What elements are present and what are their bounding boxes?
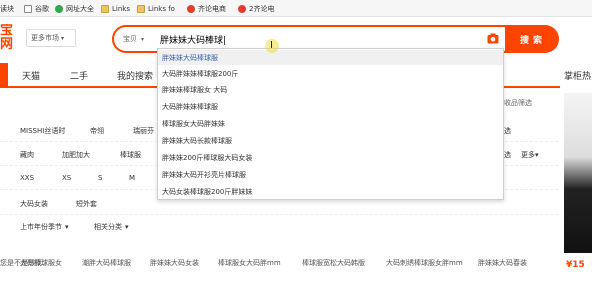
chevron-down-icon: ▾ (61, 34, 65, 42)
related-search-link[interactable]: 棒球服宽松大码韩版 (302, 258, 365, 268)
product-image[interactable] (564, 93, 592, 253)
filter-item[interactable]: MISSHI丝语时 (20, 126, 65, 136)
filter-item[interactable]: 加肥加大 (62, 150, 90, 160)
suggestion-item[interactable]: 大码女装棒球服200斤胖妹妹 (158, 184, 503, 199)
related-search-link[interactable]: 大码刺绣棒球服女胖mm (386, 258, 463, 268)
bookmark-item[interactable]: Links fo (137, 3, 175, 14)
bookmark-item[interactable]: 网址大全 (55, 3, 94, 14)
related-category-label: 相关分类 (94, 223, 122, 231)
bookmark-item[interactable]: 读块 (0, 3, 14, 14)
file-icon (24, 4, 32, 13)
bookmark-label: Links fo (148, 4, 175, 13)
more-market-dropdown[interactable]: 更多市场 ▾ (26, 29, 76, 47)
search-button[interactable]: 搜索 (507, 25, 559, 53)
tab-my-search[interactable]: 我的搜索 (117, 67, 153, 84)
bookmark-item[interactable]: 2齐论电 (238, 3, 274, 14)
suggestion-item[interactable]: 胖妹妹大码开衫亮片棒球服 (158, 167, 503, 182)
bookmark-label: 2齐论电 (249, 4, 275, 13)
search-category-label: 宝贝 (123, 35, 137, 43)
chevron-down-icon: ▾ (65, 223, 69, 231)
red-circle-icon (238, 4, 246, 13)
nav-active-tab[interactable] (0, 63, 8, 88)
filter-select-label[interactable]: 选 (504, 126, 511, 136)
related-search-link[interactable]: 胖妹妹大码春装 (478, 258, 527, 268)
search-category-select[interactable]: 宝贝 ▾ (118, 31, 158, 47)
bookmark-label: 谷歌 (35, 4, 49, 13)
bookmark-item[interactable]: Links (101, 3, 130, 14)
green-circle-icon (55, 4, 63, 13)
right-column-header: 掌柜热 (564, 72, 592, 82)
suggestion-item[interactable]: 胖妹妹200斤棒球服大码女装 (158, 150, 503, 165)
text-cursor-icon: I (270, 40, 273, 51)
suggestion-item[interactable]: 胖妹妹大码长款棒球服 (158, 133, 503, 148)
filter-item[interactable]: 瑞丽芬 (133, 126, 154, 136)
suggestion-item[interactable]: 大码胖妹妹棒球服 (158, 99, 503, 114)
bookmark-label: Links (112, 4, 130, 13)
tab-tmall[interactable]: 天猫 (22, 67, 40, 84)
filter-row-dropdowns: 上市年份季节 ▾ 相关分类 ▾ (0, 214, 558, 238)
product-price: ¥15 (566, 260, 585, 270)
more-filters-button[interactable]: 更多▾ (521, 150, 539, 160)
right-product-column: 掌柜热 ¥15 (560, 63, 592, 285)
taobao-logo[interactable]: 宝网m (0, 24, 14, 52)
filter-item[interactable]: 帝翎 (90, 126, 104, 136)
suggestion-item[interactable]: 大码胖妹妹棒球服200斤 (158, 66, 503, 81)
chevron-down-icon: ▾ (125, 223, 129, 231)
suggestion-item[interactable]: 棒球服女大码胖妹妹 (158, 116, 503, 131)
related-search-link[interactable]: 棒球服女大码胖mm (218, 258, 281, 268)
tab-second-hand[interactable]: 二手 (70, 67, 88, 84)
filter-item[interactable]: M (129, 174, 135, 182)
filter-item[interactable]: XS (62, 174, 71, 182)
filter-item[interactable]: 藏肉 (20, 150, 34, 160)
hot-filter-label[interactable]: 收品筛选 (504, 98, 532, 108)
bookmark-label: 网址大全 (66, 4, 94, 13)
filter-item[interactable]: XXS (20, 174, 34, 182)
filter-select-label[interactable]: 选 (504, 150, 511, 160)
folder-icon (101, 4, 109, 13)
bookmark-item[interactable]: 谷歌 (24, 3, 49, 14)
search-input[interactable] (160, 31, 460, 48)
bookmark-item[interactable]: 齐论电商 (187, 3, 226, 14)
bookmark-label: 齐论电商 (198, 4, 226, 13)
related-category-dropdown[interactable]: 相关分类 ▾ (94, 222, 129, 232)
related-search-link[interactable]: 大码棒球服女 (20, 258, 62, 268)
folder-icon (137, 4, 145, 13)
bookmark-label: 读块 (0, 4, 14, 13)
filter-item[interactable]: 大码女装 (20, 199, 48, 209)
chevron-down-icon: ▾ (535, 151, 539, 159)
bookmarks-bar: 读块 谷歌 网址大全 Links Links fo 齐论电商 2齐论电 (0, 0, 592, 17)
related-searches: 您是不是想找： 大码棒球服女 潮胖大码棒球服 胖妹妹大码女装 棒球服女大码胖mm… (0, 252, 560, 272)
suggestion-item[interactable]: 胖妹妹棒球服女 大码 (158, 82, 503, 97)
search-suggestions: 删除 胖妹妹大码棒球服 大码胖妹妹棒球服200斤 胖妹妹棒球服女 大码 大码胖妹… (157, 48, 504, 200)
camera-icon[interactable] (487, 33, 499, 44)
suggestion-item[interactable]: 胖妹妹大码棒球服 (158, 50, 503, 65)
filter-item[interactable]: S (98, 174, 102, 182)
more-filters-label: 更多 (521, 151, 535, 159)
red-circle-icon (187, 4, 195, 13)
season-dropdown-label: 上市年份季节 (20, 223, 62, 231)
filter-item[interactable]: 短外套 (76, 199, 97, 209)
more-market-label: 更多市场 (31, 34, 59, 42)
filter-item[interactable]: 棒球服 (120, 150, 141, 160)
related-search-link[interactable]: 胖妹妹大码女装 (150, 258, 199, 268)
chevron-down-icon: ▾ (141, 35, 145, 43)
related-search-link[interactable]: 潮胖大码棒球服 (82, 258, 131, 268)
season-dropdown[interactable]: 上市年份季节 ▾ (20, 222, 69, 232)
